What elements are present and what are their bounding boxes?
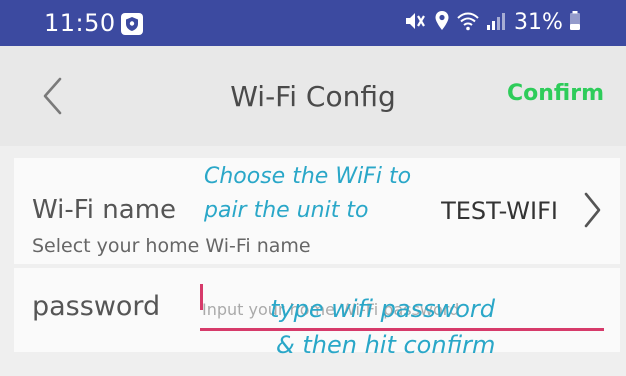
wifi-name-hint: Select your home Wi-Fi name bbox=[32, 235, 311, 257]
status-icons: 31% bbox=[404, 10, 581, 36]
status-time: 11:50 bbox=[44, 9, 116, 37]
app-header: Wi-Fi Config Confirm bbox=[0, 46, 626, 146]
confirm-button[interactable]: Confirm bbox=[507, 78, 604, 110]
wifi-name-label: Wi-Fi name bbox=[32, 195, 177, 225]
battery-icon bbox=[569, 10, 581, 36]
signal-icon bbox=[486, 10, 506, 36]
shield-icon bbox=[121, 13, 143, 35]
wifi-icon bbox=[456, 10, 480, 36]
chevron-right-icon[interactable] bbox=[578, 190, 606, 230]
annotation-type-password: type wifi password bbox=[270, 295, 496, 323]
annotation-hit-confirm: & then hit confirm bbox=[276, 331, 496, 359]
wifi-name-value[interactable]: TEST-WIFI bbox=[441, 195, 558, 227]
mute-icon bbox=[404, 10, 428, 36]
screen: 11:50 31% Wi-Fi Config Confirm Wi-Fi nam… bbox=[0, 0, 626, 376]
password-label: password bbox=[32, 291, 161, 322]
battery-percent: 31% bbox=[514, 10, 563, 35]
location-icon bbox=[434, 10, 450, 36]
status-bar: 11:50 31% bbox=[0, 0, 626, 46]
annotation-choose-wifi: Choose the WiFi to bbox=[204, 164, 412, 189]
annotation-pair-unit: pair the unit to bbox=[204, 198, 369, 223]
